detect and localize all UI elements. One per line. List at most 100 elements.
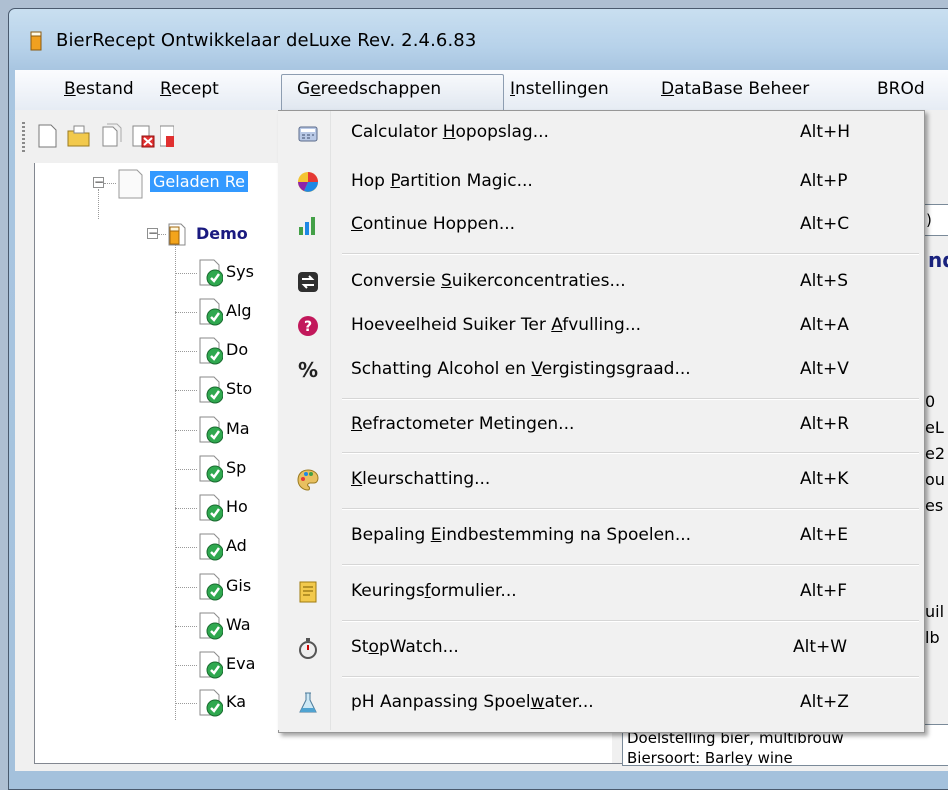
tree-root-label[interactable]: Geladen Re xyxy=(150,171,248,192)
detail-text-fragment: 0 xyxy=(925,392,936,411)
tree-node-label[interactable]: Ad xyxy=(226,536,247,555)
menu-item-shortcut: Alt+Z xyxy=(800,692,849,712)
detail-text-fragment: lb xyxy=(925,628,940,647)
menu-separator xyxy=(342,620,919,622)
menu-gereedschappen[interactable]: Gereedschappen xyxy=(297,79,441,99)
convert-icon xyxy=(298,272,318,292)
menu-item-shortcut: Alt+A xyxy=(800,315,849,335)
delete-all-icon[interactable] xyxy=(160,122,174,150)
checked-document-icon xyxy=(199,259,223,287)
checked-document-icon xyxy=(199,455,223,483)
menu-separator xyxy=(342,253,919,255)
tree-node-label[interactable]: Eva xyxy=(226,654,255,673)
menu-item-label: Kleurschatting... xyxy=(351,469,491,489)
tree-node-label[interactable]: Ka xyxy=(226,692,246,711)
stopwatch-icon xyxy=(299,638,317,659)
menu-item-label: Keuringsformulier... xyxy=(351,581,517,601)
svg-text:?: ? xyxy=(304,319,312,335)
checked-document-icon xyxy=(199,612,223,640)
tree-connector xyxy=(175,430,197,431)
flask-icon xyxy=(299,692,317,713)
menu-brod[interactable]: BROd xyxy=(877,79,925,99)
tree-connector xyxy=(175,665,197,666)
checked-document-icon xyxy=(199,298,223,326)
calculator-icon xyxy=(298,126,318,142)
checked-document-icon xyxy=(199,416,223,444)
detail-text-fragment: ou xyxy=(925,470,945,489)
detail-text-fragment: uil xyxy=(925,602,945,621)
menu-item-label: pH Aanpassing Spoelwater... xyxy=(351,692,594,712)
percent-icon: % xyxy=(298,358,318,382)
menu-database-beheer[interactable]: DataBase Beheer xyxy=(661,79,809,99)
pie-chart-icon xyxy=(298,172,318,192)
bar-chart-icon xyxy=(299,217,315,235)
menu-item-shortcut: Alt+F xyxy=(800,581,848,601)
detail-heading-fragment: nd xyxy=(928,248,948,272)
tree-node-label[interactable]: Do xyxy=(226,340,248,359)
menu-item-label: Calculator Hopopslag... xyxy=(351,122,549,142)
checked-document-icon xyxy=(199,376,223,404)
tree-node-label[interactable]: Ho xyxy=(226,497,248,516)
tree-connector xyxy=(175,508,197,509)
menu-item-label: StopWatch... xyxy=(351,637,459,657)
detail-text-fragment: es xyxy=(925,496,944,515)
menu-separator xyxy=(342,676,919,678)
beer-recipe-icon xyxy=(168,223,186,246)
checked-document-icon xyxy=(199,573,223,601)
menu-separator xyxy=(342,564,919,566)
detail-text-fragment: eL xyxy=(925,418,944,437)
menu-item-label: Hoeveelheid Suiker Ter Afvulling... xyxy=(351,315,642,335)
tree-node-label[interactable]: Sys xyxy=(226,262,254,281)
new-document-icon[interactable] xyxy=(34,122,60,150)
tree-connector xyxy=(175,587,197,588)
menu-item-label: Continue Hoppen... xyxy=(351,214,516,234)
tree-connector xyxy=(98,189,99,219)
menu-instellingen[interactable]: Instellingen xyxy=(510,79,609,99)
menu-item-shortcut: Alt+W xyxy=(793,637,848,657)
tree-node-label[interactable]: Alg xyxy=(226,301,252,320)
tree-node-label[interactable]: Sto xyxy=(226,379,252,398)
svg-text:%: % xyxy=(298,358,318,382)
menu-separator xyxy=(342,398,919,400)
tree-connector xyxy=(175,703,197,704)
tree-connector xyxy=(175,273,197,274)
menu-recept[interactable]: Recept xyxy=(160,79,219,99)
checked-document-icon xyxy=(199,337,223,365)
tree-node-label[interactable]: Wa xyxy=(226,615,251,634)
delete-document-icon[interactable] xyxy=(130,122,156,150)
tree-connector xyxy=(175,626,197,627)
tree-connector xyxy=(175,351,197,352)
checked-document-icon xyxy=(199,651,223,679)
checked-document-icon xyxy=(199,533,223,561)
tree-connector xyxy=(175,469,197,470)
menu-item-shortcut: Alt+E xyxy=(800,525,849,545)
tree-connector xyxy=(175,312,197,313)
tree-node-label[interactable]: Sp xyxy=(226,458,246,477)
checked-document-icon xyxy=(199,494,223,522)
menu-item-shortcut: Alt+V xyxy=(800,359,849,379)
demo-expander[interactable]: − xyxy=(147,227,158,239)
palette-icon xyxy=(297,469,319,491)
toolbar-grip[interactable] xyxy=(22,122,25,152)
form-icon xyxy=(299,581,317,603)
menu-bestand[interactable]: Bestand xyxy=(64,79,134,99)
tree-node-label[interactable]: Gis xyxy=(226,576,251,595)
menu-item-shortcut: Alt+S xyxy=(800,271,849,291)
menu-item-label: Bepaling Eindbestemming na Spoelen... xyxy=(351,525,692,545)
menu-item-label: Hop Partition Magic... xyxy=(351,171,533,191)
description-line: Biersoort: Barley wine xyxy=(627,749,793,766)
open-folder-icon[interactable] xyxy=(66,122,92,150)
help-icon: ? xyxy=(298,316,318,336)
detail-text-fragment: e2 xyxy=(925,444,946,463)
tree-node-label[interactable]: Ma xyxy=(226,419,250,438)
menu-item-shortcut: Alt+C xyxy=(800,214,850,234)
root-expander[interactable]: − xyxy=(93,176,104,188)
checked-document-icon xyxy=(199,689,223,717)
tree-connector xyxy=(175,390,197,391)
tree-demo-label[interactable]: Demo xyxy=(196,224,248,243)
app-icon xyxy=(30,31,42,51)
tree-connector xyxy=(175,547,197,548)
copy-document-icon[interactable] xyxy=(98,122,124,150)
menu-item-shortcut: Alt+K xyxy=(800,469,849,489)
menu-item-shortcut: Alt+H xyxy=(800,122,851,142)
